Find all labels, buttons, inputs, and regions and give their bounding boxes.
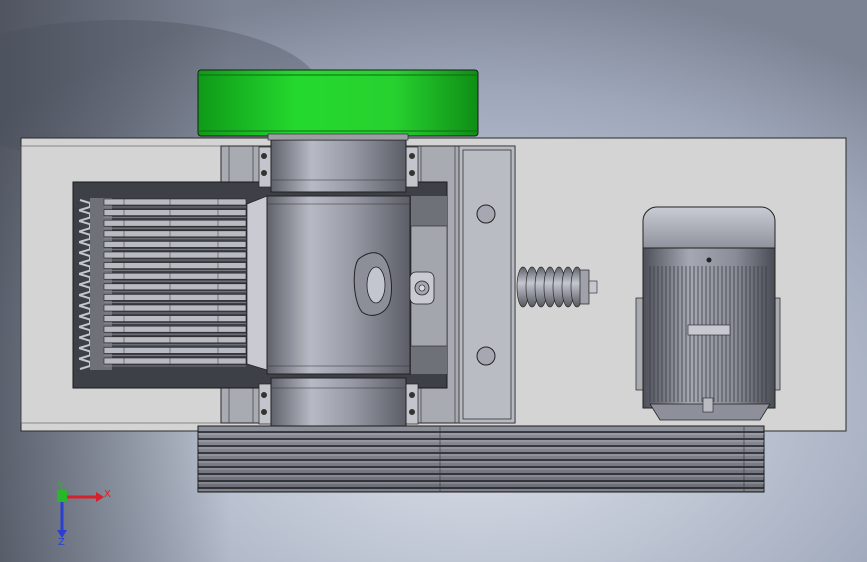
drum-side-plates	[246, 195, 268, 371]
drive-belts[interactable]	[197, 425, 765, 493]
electric-motor[interactable]	[635, 206, 781, 421]
pivot-pin[interactable]	[409, 271, 435, 305]
bearing-block-right[interactable]	[462, 149, 512, 420]
bearing-upper[interactable]	[258, 139, 419, 193]
tension-spring[interactable]	[516, 266, 598, 308]
flywheel[interactable]	[197, 69, 479, 141]
bolt-hole-lower	[476, 346, 496, 366]
bolt-hole-upper	[476, 204, 496, 224]
crusher-drum[interactable]	[266, 195, 411, 375]
cad-viewport[interactable]: X Y Z	[0, 0, 867, 562]
y-axis-label: Y	[57, 481, 65, 492]
bearing-lower[interactable]	[258, 377, 419, 429]
z-axis-label: Z	[58, 537, 65, 548]
x-axis-label: X	[104, 489, 111, 500]
